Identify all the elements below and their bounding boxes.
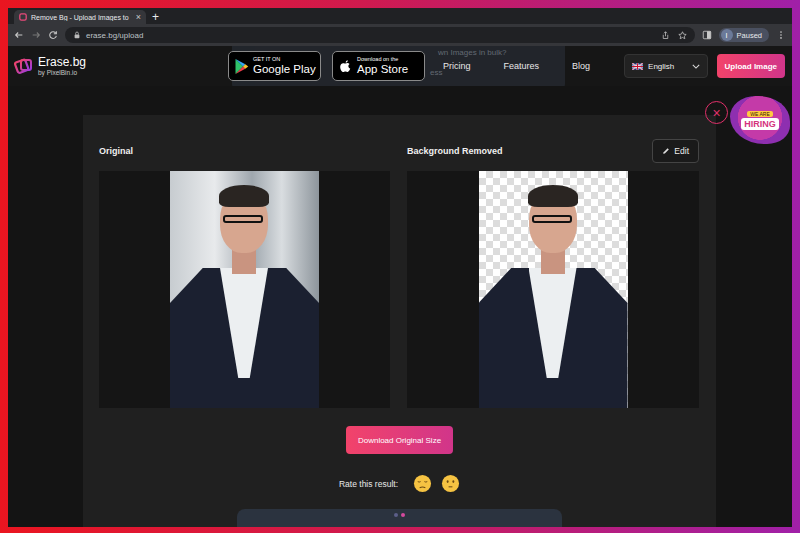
store-caption: GET IT ON bbox=[253, 57, 316, 63]
new-tab-button[interactable]: + bbox=[152, 10, 159, 24]
carousel-dot[interactable] bbox=[401, 513, 405, 517]
image-box bbox=[407, 171, 699, 408]
apple-icon bbox=[338, 58, 353, 75]
neutral-face-icon[interactable] bbox=[441, 474, 460, 493]
nav-link[interactable]: Features bbox=[504, 61, 540, 71]
chevron-down-icon bbox=[692, 64, 700, 69]
uk-flag-icon bbox=[632, 63, 643, 70]
browser-toolbar: erase.bg/upload I Paused bbox=[8, 24, 792, 46]
language-label: English bbox=[648, 62, 687, 71]
sidebar-icon[interactable] bbox=[702, 30, 712, 40]
star-icon[interactable] bbox=[678, 31, 687, 40]
browser-window: Remove Bg - Upload Images to×+erase.bg/u… bbox=[8, 8, 792, 527]
portrait-photo bbox=[170, 171, 319, 408]
tab-title: Remove Bg - Upload Images to bbox=[31, 14, 132, 21]
google-play-icon bbox=[234, 58, 249, 75]
store-caption: Download on the bbox=[357, 57, 408, 63]
screen-frame: Remove Bg - Upload Images to×+erase.bg/u… bbox=[0, 0, 800, 533]
profile-avatar: I bbox=[721, 29, 733, 41]
sad-face-icon[interactable] bbox=[413, 474, 432, 493]
address-bar[interactable]: erase.bg/upload bbox=[65, 27, 695, 43]
site-header: wn Images in bulk? ess Erase.bgby PixelBin… bbox=[8, 46, 792, 86]
photo-figure-hair bbox=[528, 185, 578, 207]
image-box bbox=[99, 171, 390, 408]
rating-row: Rate this result: bbox=[99, 474, 700, 493]
tab-strip: Remove Bg - Upload Images to × + bbox=[8, 8, 792, 24]
carousel-strip bbox=[237, 509, 562, 527]
hiring-label: HIRING bbox=[741, 118, 779, 130]
image-panel: Original bbox=[99, 138, 390, 408]
language-select[interactable]: English bbox=[624, 54, 708, 78]
url-text: erase.bg/upload bbox=[86, 31, 656, 40]
hiring-caption: WE ARE bbox=[747, 111, 772, 117]
logo[interactable]: Erase.bgby PixelBin.io bbox=[14, 56, 228, 76]
carousel-dot[interactable] bbox=[394, 513, 398, 517]
profile-status: Paused bbox=[737, 31, 762, 40]
pencil-icon bbox=[662, 147, 670, 155]
photo-figure-glasses bbox=[532, 215, 572, 223]
hiring-close-button[interactable]: × bbox=[705, 101, 728, 124]
main-nav: Pricing Features Blog bbox=[443, 61, 590, 71]
upload-image-button[interactable]: Upload Image bbox=[717, 54, 785, 78]
download-button[interactable]: Download Original Size bbox=[346, 426, 453, 454]
photo-figure-glasses bbox=[223, 215, 263, 223]
edit-button[interactable]: Edit bbox=[652, 139, 699, 163]
rating-label: Rate this result: bbox=[339, 479, 398, 489]
logo-icon bbox=[14, 56, 34, 76]
panel-title: Background Removed bbox=[407, 146, 503, 156]
browser-tab[interactable]: Remove Bg - Upload Images to × bbox=[14, 10, 146, 24]
profile-button[interactable]: I Paused bbox=[719, 28, 769, 42]
menu-dots-icon[interactable] bbox=[776, 30, 786, 40]
edit-label: Edit bbox=[674, 146, 689, 156]
banner-title: wn Images in bulk? bbox=[438, 48, 506, 57]
tab-close-button[interactable]: × bbox=[136, 13, 141, 22]
forward-arrow-icon[interactable] bbox=[31, 30, 41, 40]
photo-figure-hair bbox=[219, 185, 269, 207]
hiring-badge[interactable]: WE AREHIRING bbox=[730, 96, 790, 144]
back-arrow-icon[interactable] bbox=[14, 30, 24, 40]
store-name: App Store bbox=[357, 63, 408, 75]
page-content: ×WE AREHIRINGOriginalBackground RemovedE… bbox=[8, 86, 792, 527]
reload-icon[interactable] bbox=[48, 30, 58, 40]
logo-byline: by PixelBin.io bbox=[38, 69, 86, 76]
result-card: Original Background Removed Edit Download O… bbox=[83, 115, 716, 527]
favicon-icon bbox=[19, 13, 27, 21]
store-badge[interactable]: Download on theApp Store bbox=[332, 51, 425, 81]
portrait-photo bbox=[479, 171, 628, 408]
image-panel: Background Removed Edit bbox=[407, 138, 699, 408]
panel-title: Original bbox=[99, 146, 133, 156]
banner-link[interactable]: ess bbox=[430, 68, 442, 77]
store-badge[interactable]: GET IT ONGoogle Play bbox=[228, 51, 321, 81]
store-name: Google Play bbox=[253, 63, 316, 75]
logo-name: Erase.bg bbox=[38, 56, 86, 69]
nav-link[interactable]: Pricing bbox=[443, 61, 471, 71]
nav-link[interactable]: Blog bbox=[572, 61, 590, 71]
share-icon[interactable] bbox=[661, 31, 670, 40]
hiring-promo[interactable]: ×WE AREHIRING bbox=[705, 96, 790, 144]
lock-icon bbox=[73, 31, 81, 39]
